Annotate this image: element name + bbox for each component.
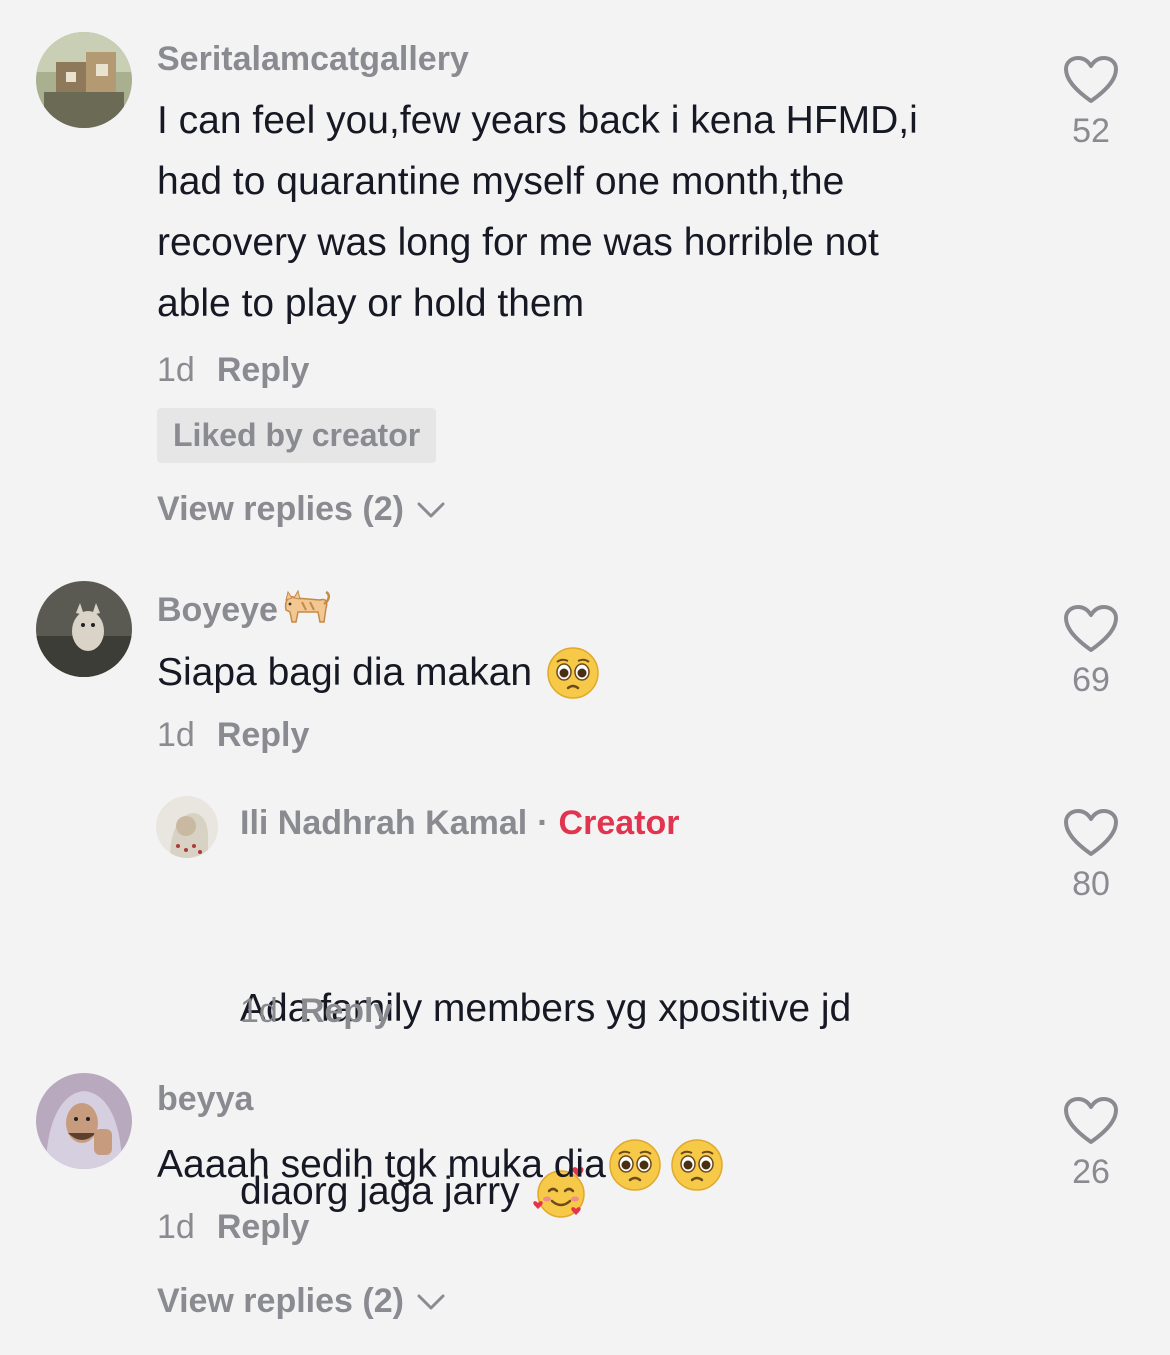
reply-text: Ada family members yg xpositive jd diaor… xyxy=(240,856,851,1344)
heart-icon xyxy=(1064,809,1118,856)
reply-username[interactable]: Ili Nadhrah Kamal · Creator xyxy=(240,804,679,843)
view-replies-button[interactable]: View replies (2) xyxy=(157,1282,446,1321)
pleading-face-emoji xyxy=(547,646,599,699)
cat-emoji xyxy=(284,589,330,623)
view-replies-button[interactable]: View replies (2) xyxy=(157,490,446,529)
comment-text: I can feel you,few years back i kena HFM… xyxy=(157,99,918,325)
comment-meta: 1d Reply xyxy=(157,351,309,390)
reply-button[interactable]: Reply xyxy=(300,992,393,1030)
pleading-face-emoji xyxy=(671,1138,723,1191)
comment-username[interactable]: Seritalamcatgallery xyxy=(157,40,469,79)
like-count: 52 xyxy=(1072,112,1110,150)
reply-meta: 1d Reply xyxy=(240,992,392,1031)
comment-username[interactable]: Boyeye xyxy=(157,588,332,632)
comment-text: Siapa bagi dia makan xyxy=(157,642,600,703)
avatar[interactable] xyxy=(156,796,218,858)
chevron-down-icon xyxy=(417,1294,445,1309)
username-label: Ili Nadhrah Kamal xyxy=(240,804,528,842)
comment-time: 1d xyxy=(157,716,195,754)
avatar[interactable] xyxy=(36,32,132,128)
like-button[interactable]: 80 xyxy=(1056,808,1126,904)
avatar[interactable] xyxy=(36,581,132,677)
chevron-down-icon xyxy=(417,502,445,517)
heart-icon xyxy=(1064,56,1118,103)
comment-meta: 1d Reply xyxy=(157,1208,309,1247)
reply-button[interactable]: Reply xyxy=(217,351,310,389)
pleading-face-emoji xyxy=(609,1138,661,1191)
reply-button[interactable]: Reply xyxy=(217,1208,310,1246)
comment-meta: 1d Reply xyxy=(157,716,309,755)
liked-by-creator-badge: Liked by creator xyxy=(157,408,437,463)
like-count: 80 xyxy=(1072,865,1110,903)
comment-username[interactable]: beyya xyxy=(157,1080,253,1119)
creator-tag: Creator xyxy=(558,804,680,842)
comment-time: 1d xyxy=(157,1208,195,1246)
like-count: 69 xyxy=(1072,661,1110,699)
like-count: 26 xyxy=(1072,1153,1110,1191)
comment-text-content: Siapa bagi dia makan xyxy=(157,651,533,694)
heart-icon xyxy=(1064,1097,1118,1144)
view-replies-label: View replies (2) xyxy=(157,1282,404,1320)
like-button[interactable]: 52 xyxy=(1056,55,1126,151)
like-button[interactable]: 69 xyxy=(1056,604,1126,700)
avatar[interactable] xyxy=(36,1073,132,1169)
comment-text-content: Aaaah sedih tgk muka dia xyxy=(157,1143,606,1186)
comment-text: Aaaah sedih tgk muka dia xyxy=(157,1134,724,1195)
comment-time: 1d xyxy=(157,351,195,389)
reply-button[interactable]: Reply xyxy=(217,716,310,754)
heart-icon xyxy=(1064,605,1118,652)
like-button[interactable]: 26 xyxy=(1056,1096,1126,1192)
view-replies-label: View replies (2) xyxy=(157,490,404,528)
separator-dot: · xyxy=(537,804,549,842)
reply-time: 1d xyxy=(240,992,278,1030)
username-label: Boyeye xyxy=(157,590,278,629)
